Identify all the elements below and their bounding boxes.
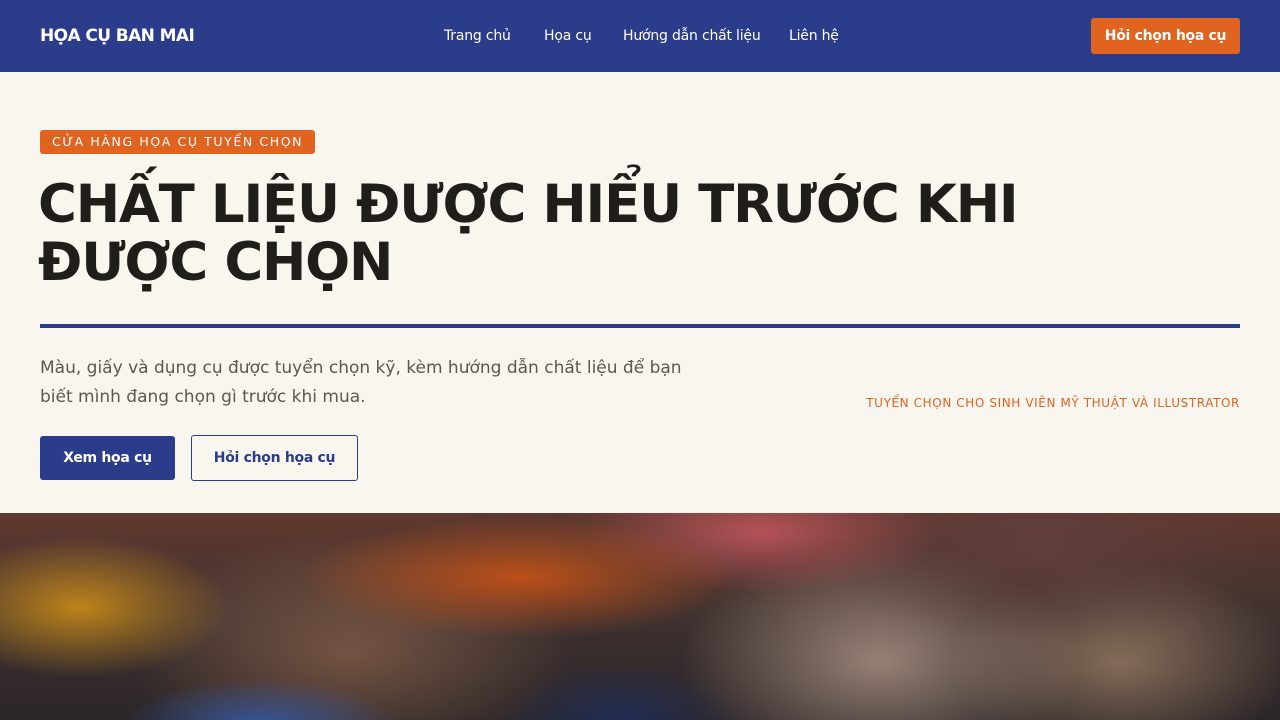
view-supplies-button[interactable]: Xem họa cụ	[40, 436, 175, 480]
nav-link-contact[interactable]: Liên hệ	[789, 25, 839, 47]
site-header: HỌA CỤ BAN MAI Trang chủ Họa cụ Hướng dẫ…	[0, 0, 1280, 72]
ask-advice-button[interactable]: Hỏi chọn họa cụ	[191, 435, 358, 481]
photo-overlay	[0, 513, 1280, 720]
hero-description: Màu, giấy và dụng cụ được tuyển chọn kỹ,…	[40, 358, 682, 407]
brand-logo[interactable]: HỌA CỤ BAN MAI	[40, 24, 195, 48]
nav-link-home[interactable]: Trang chủ	[444, 25, 511, 47]
hero-eyebrow-badge: CỬA HÀNG HỌA CỤ TUYỂN CHỌN	[40, 130, 316, 154]
hero-divider	[40, 324, 1240, 328]
nav-link-material-guide[interactable]: Hướng dẫn chất liệu	[623, 25, 761, 47]
header-ask-button[interactable]: Hỏi chọn họa cụ	[1091, 18, 1240, 54]
hero-photo-blurred-art-supplies	[0, 513, 1280, 720]
hero-audience-note: TUYỂN CHỌN CHO SINH VIÊN MỸ THUẬT VÀ ILL…	[866, 396, 1240, 410]
hero-headline: CHẤT LIỆU ĐƯỢC HIỂU TRƯỚC KHI ĐƯỢC CHỌN	[38, 174, 1019, 293]
nav-link-art-supplies[interactable]: Họa cụ	[544, 25, 592, 47]
